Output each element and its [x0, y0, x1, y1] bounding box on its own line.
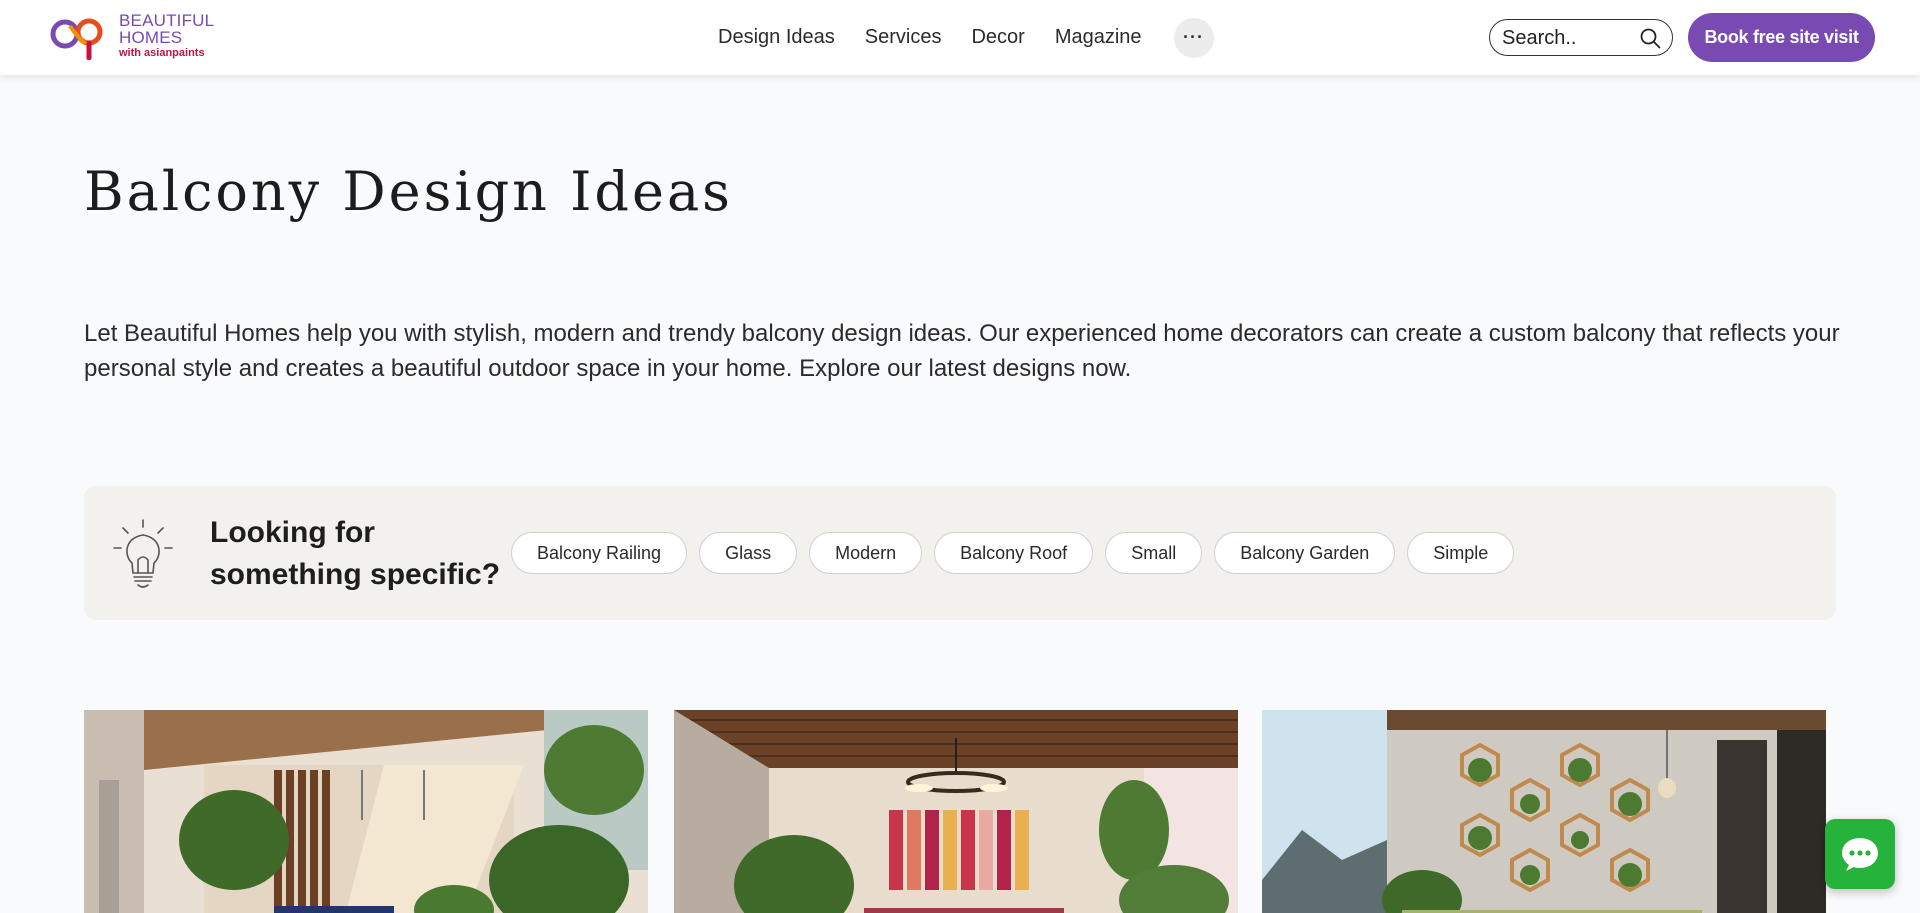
logo-line-beautiful: BEAUTIFUL: [119, 11, 215, 30]
book-site-visit-button[interactable]: Book free site visit: [1688, 13, 1875, 62]
filter-panel: Looking for something specific? Balcony …: [84, 486, 1836, 620]
balcony-hexagon-planter-wall-image: [1262, 710, 1826, 913]
nav-item-magazine[interactable]: Magazine: [1055, 26, 1142, 49]
logo-text: BEAUTIFUL HOMES with asianpaints: [119, 12, 214, 60]
search-box: [1489, 19, 1673, 56]
filter-chips: Balcony Railing Glass Modern Balcony Roo…: [511, 532, 1526, 574]
filter-heading: Looking for something specific?: [210, 516, 501, 591]
chat-button[interactable]: [1825, 819, 1895, 889]
nav-item-decor[interactable]: Decor: [971, 26, 1024, 49]
logo-line-homes: HOMES: [119, 28, 183, 47]
chip-small[interactable]: Small: [1105, 532, 1203, 574]
chip-glass[interactable]: Glass: [699, 532, 798, 574]
chip-balcony-roof[interactable]: Balcony Roof: [934, 532, 1094, 574]
search-input[interactable]: [1502, 26, 1632, 50]
chip-balcony-garden[interactable]: Balcony Garden: [1214, 532, 1396, 574]
chip-simple[interactable]: Simple: [1407, 532, 1515, 574]
balcony-wood-slat-ceiling-swing-image: [84, 710, 648, 913]
design-card[interactable]: [1262, 710, 1826, 913]
intro-paragraph: Let Beautiful Homes help you with stylis…: [84, 320, 1840, 382]
nav-more-button[interactable]: ···: [1173, 17, 1214, 58]
lightbulb-icon: [113, 519, 173, 588]
main-nav: Design Ideas Services Decor Magazine ···: [718, 0, 1214, 75]
balcony-ring-chandelier-textile-wall-image: [674, 710, 1238, 913]
site-header: BEAUTIFUL HOMES with asianpaints Design …: [0, 0, 1920, 75]
nav-item-design-ideas[interactable]: Design Ideas: [718, 26, 835, 49]
nav-item-services[interactable]: Services: [865, 26, 942, 49]
search-icon[interactable]: [1639, 27, 1661, 49]
chip-modern[interactable]: Modern: [809, 532, 923, 574]
design-card[interactable]: [84, 710, 648, 913]
chip-balcony-railing[interactable]: Balcony Railing: [511, 532, 688, 574]
logo-line-asianpaints: with asianpaints: [119, 47, 205, 59]
page-title: Balcony Design Ideas: [84, 160, 733, 223]
beautiful-homes-logo-icon: [50, 18, 103, 60]
chat-bubble-icon: [1842, 838, 1878, 871]
more-horizontal-icon: ···: [1183, 27, 1205, 47]
design-card[interactable]: [674, 710, 1238, 913]
brand-logo[interactable]: BEAUTIFUL HOMES with asianpaints: [48, 10, 228, 62]
